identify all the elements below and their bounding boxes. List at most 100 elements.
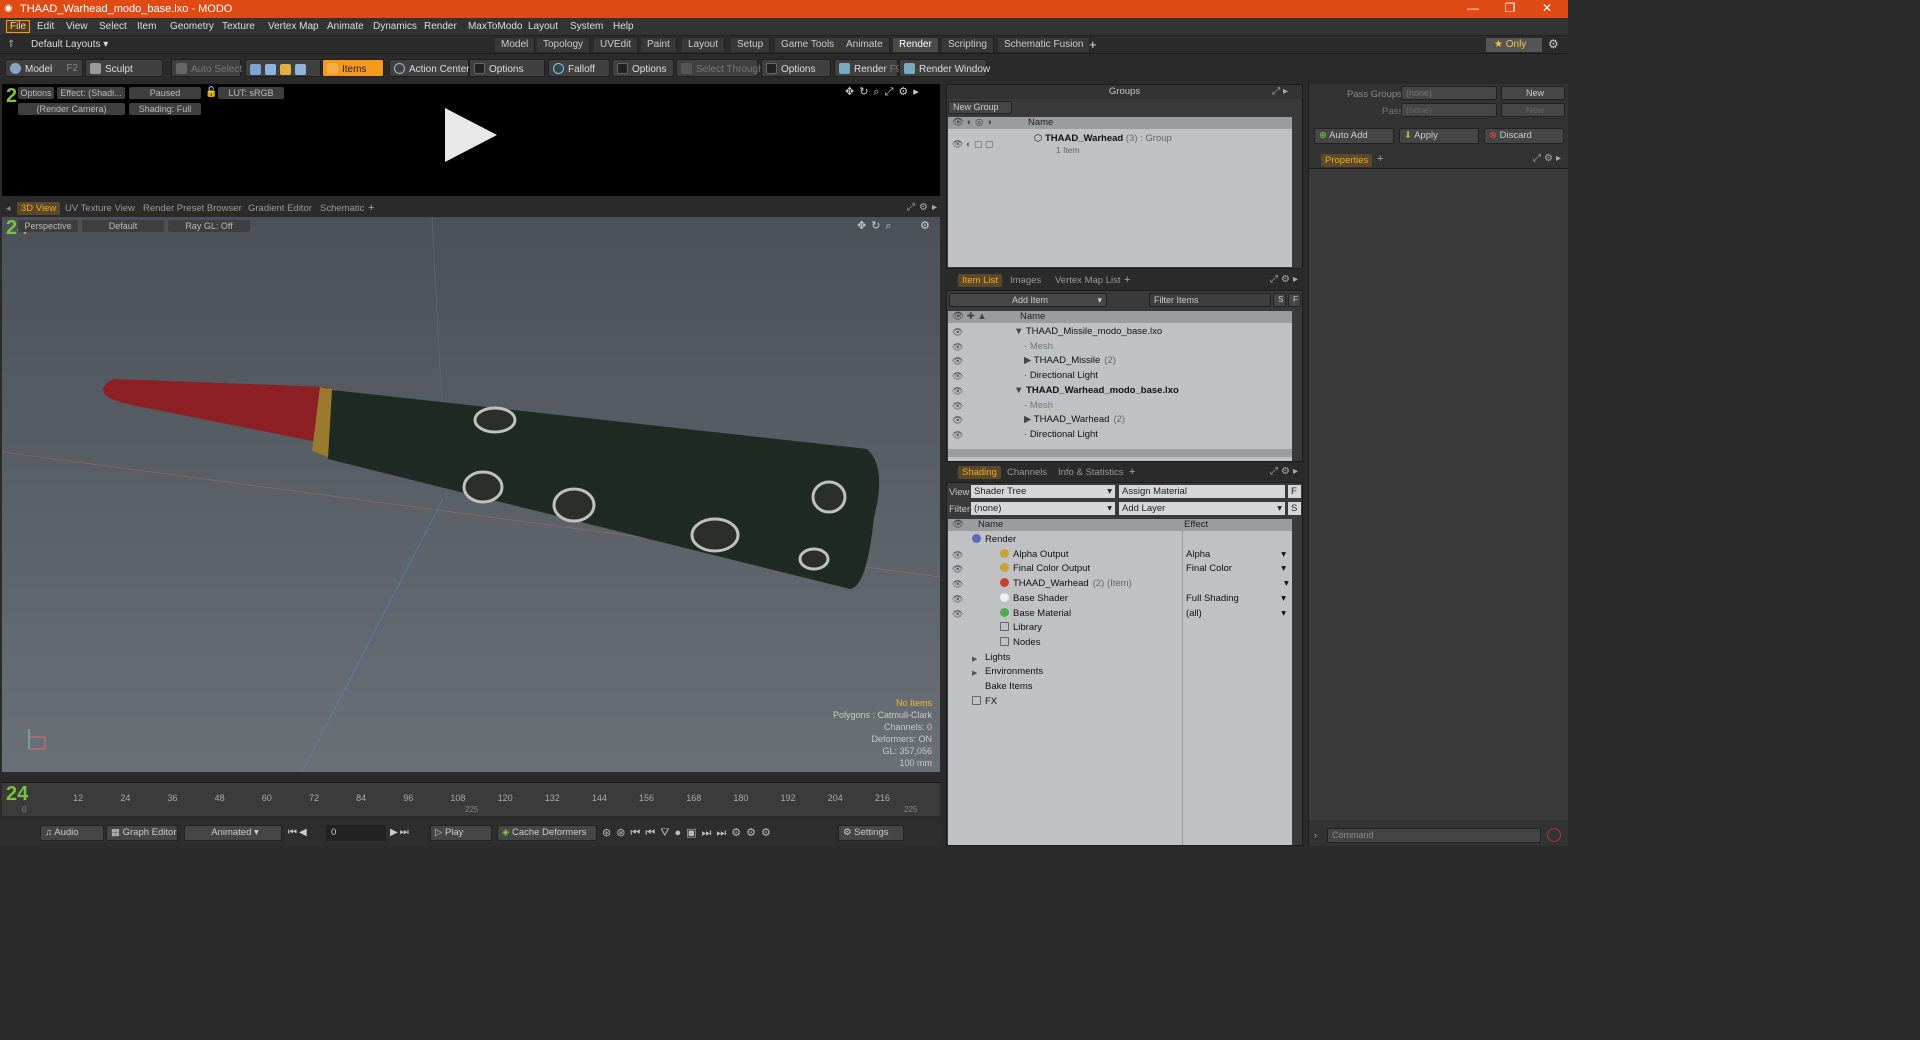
tab-render[interactable]: Render [893, 38, 939, 52]
lut-dropdown[interactable]: LUT: sRGB [218, 87, 284, 99]
menu-layout[interactable]: Layout [528, 21, 558, 32]
filter-items-input[interactable]: Filter Items [1149, 293, 1271, 307]
tab-uvedit[interactable]: UVEdit [594, 38, 639, 52]
tab-animate[interactable]: Animate [840, 38, 890, 52]
shader-tree-item[interactable]: FX [972, 695, 997, 707]
polygon-mode-icon[interactable] [280, 64, 291, 75]
item-visibility-icon[interactable]: 👁 [952, 327, 963, 338]
new-group-button[interactable]: New Group [948, 101, 1012, 114]
list-item[interactable]: · Mesh [1024, 341, 1053, 352]
shader-tree-item[interactable]: Nodes [1000, 636, 1040, 648]
properties-tools-icons[interactable]: ⤢⚙▸ [1533, 153, 1564, 164]
tree-branch-icon[interactable]: ▶ [1024, 355, 1034, 366]
vertex-mode-icon[interactable] [250, 64, 261, 75]
menu-system[interactable]: System [570, 21, 603, 32]
list-item[interactable]: · Directional Light [1024, 370, 1098, 381]
sculpt-button[interactable]: Sculpt [85, 59, 163, 77]
menu-item[interactable]: Item [137, 21, 156, 32]
pass-groups-dropdown[interactable]: (none) [1401, 86, 1497, 100]
item-visibility-icon[interactable]: 👁 [952, 342, 963, 353]
layer-s-button[interactable]: S [1288, 502, 1301, 515]
gear-icon[interactable]: ⚙ [1548, 37, 1559, 51]
shader-tree-item[interactable]: Bake Items [972, 681, 1033, 692]
audio-button[interactable]: ♫ Audio [40, 825, 104, 841]
layout-arrow-icon[interactable]: ⇑ [7, 39, 15, 50]
render-options-button[interactable]: Options [18, 87, 54, 99]
shader-tree[interactable]: 👁 Name Effect 👁 Render 👁 Alpha Output Alpha ▾… [948, 519, 1292, 845]
restore-button[interactable]: ❐ [1495, 1, 1525, 15]
add-view-tab-button[interactable]: + [368, 202, 374, 214]
groups-list[interactable]: 👁 ◐ ◎ ◑ Name 👁 ◐ ▢ ▢ ⬡ THAAD_Warhead (3)… [948, 117, 1292, 267]
shading-tools-icons[interactable]: ⤢⚙▸ [1270, 466, 1301, 477]
model-button[interactable]: Model F2 [5, 59, 83, 77]
render-view-tools-icons[interactable]: ✥↻⌕⤢⚙▸ [845, 85, 924, 99]
play-button[interactable]: ▷ Play [430, 825, 492, 841]
filter-dropdown[interactable]: (none) ▾ [971, 502, 1115, 515]
default-style-dropdown[interactable]: Default [82, 220, 164, 232]
tab-vertex-map-list[interactable]: Vertex Map List [1051, 274, 1124, 287]
shader-visibility-icon[interactable]: 👁 [952, 564, 963, 575]
raygl-dropdown[interactable]: Ray GL: Off [168, 220, 250, 232]
action-center-options-button[interactable]: Options [469, 59, 545, 77]
timeline[interactable]: 24 12 24 36 48 60 72 84 96 108 120 132 144 156 168 180… [2, 782, 940, 816]
item-visibility-icon[interactable]: 👁 [952, 401, 963, 412]
list-item[interactable]: ▶ THAAD_Warhead (2) [1024, 414, 1125, 425]
tab-info-statistics[interactable]: Info & Statistics [1054, 466, 1127, 479]
tab-topology[interactable]: Topology [537, 38, 591, 52]
minimize-button[interactable]: — [1458, 1, 1488, 15]
shader-effect-dropdown[interactable]: (all) ▾ [1186, 608, 1286, 619]
shader-tree-item[interactable]: ▶ Environments [972, 666, 1043, 678]
list-item[interactable]: · Directional Light [1024, 429, 1098, 440]
tab-model[interactable]: Model [495, 38, 536, 52]
item-visibility-icon[interactable]: 👁 [952, 356, 963, 367]
new-pass-button[interactable]: New [1501, 103, 1565, 117]
tab-schematic-fusion[interactable]: Schematic Fusion [998, 38, 1091, 52]
select-through-options-button[interactable]: Options [761, 59, 831, 77]
shader-visibility-icon[interactable]: 👁 [952, 579, 963, 590]
frame-input[interactable]: 0 [326, 825, 386, 841]
filter-f-button[interactable]: F [1288, 293, 1301, 307]
tab-channels[interactable]: Channels [1003, 466, 1051, 479]
shader-tree-item[interactable]: Base Shader [1000, 592, 1068, 604]
shader-visibility-icon[interactable]: 👁 [952, 594, 963, 605]
shader-tree-item[interactable]: THAAD_Warhead (2) (Item) [1000, 578, 1132, 589]
expand-arrow-icon[interactable]: ▼ [1014, 385, 1026, 396]
close-button[interactable]: ✕ [1532, 1, 1562, 15]
menu-animate[interactable]: Animate [327, 21, 364, 32]
prev-key-icons[interactable]: ⏮◀ [288, 827, 309, 838]
list-item[interactable]: ▶ THAAD_Missile (2) [1024, 355, 1116, 366]
command-input[interactable]: Command [1327, 828, 1541, 843]
discard-button[interactable]: ⊗ Discard [1484, 128, 1564, 144]
tree-branch-icon[interactable]: ▶ [1024, 414, 1034, 425]
shader-tree-item[interactable]: Render [972, 534, 1016, 545]
effect-arrow-icon[interactable]: ▾ [1284, 578, 1289, 589]
add-layer-dropdown[interactable]: Add Layer ▾ [1119, 502, 1285, 515]
perspective-dropdown[interactable]: Perspective [18, 220, 78, 232]
shader-tree-item[interactable]: Final Color Output [1000, 563, 1090, 574]
shader-effect-dropdown[interactable]: Full Shading ▾ [1186, 593, 1286, 604]
transport-icons[interactable]: ⊛⊛⏮⏮⛛●▣⏭⏭⚙⚙⚙ [602, 826, 776, 840]
shading-dropdown[interactable]: Shading: Full [129, 103, 201, 115]
shader-effect-dropdown[interactable]: Final Color ▾ [1186, 563, 1286, 574]
viewport-gear-icon[interactable]: ⚙ [920, 219, 930, 232]
tab-render-preset-browser[interactable]: Render Preset Browser [139, 202, 246, 215]
falloff-options-button[interactable]: Options [612, 59, 674, 77]
menu-dynamics[interactable]: Dynamics [373, 21, 417, 32]
menu-help[interactable]: Help [613, 21, 634, 32]
animated-dropdown[interactable]: Animated ▾ [184, 825, 282, 841]
camera-dropdown[interactable]: (Render Camera) [18, 103, 125, 115]
item-list-tools-icons[interactable]: ⤢⚙▸ [1270, 274, 1301, 285]
default-layouts-dropdown[interactable]: Default Layouts ▾ [31, 39, 108, 50]
add-properties-tab-button[interactable]: + [1377, 153, 1383, 165]
shader-tree-item[interactable]: Alpha Output [1000, 548, 1068, 560]
menu-render[interactable]: Render [424, 21, 457, 32]
item-visibility-icon[interactable]: 👁 [952, 430, 963, 441]
item-list-scrollbar[interactable] [948, 449, 1292, 457]
render-window-button[interactable]: Render Window [899, 59, 990, 77]
menu-texture[interactable]: Texture [222, 21, 255, 32]
auto-select-button[interactable]: Auto Select [171, 59, 242, 77]
effect-dropdown[interactable]: Effect: (Shadi... [57, 87, 125, 99]
menu-edit[interactable]: Edit [37, 21, 54, 32]
tab-shading[interactable]: Shading [958, 466, 1001, 479]
tab-images[interactable]: Images [1006, 274, 1045, 287]
